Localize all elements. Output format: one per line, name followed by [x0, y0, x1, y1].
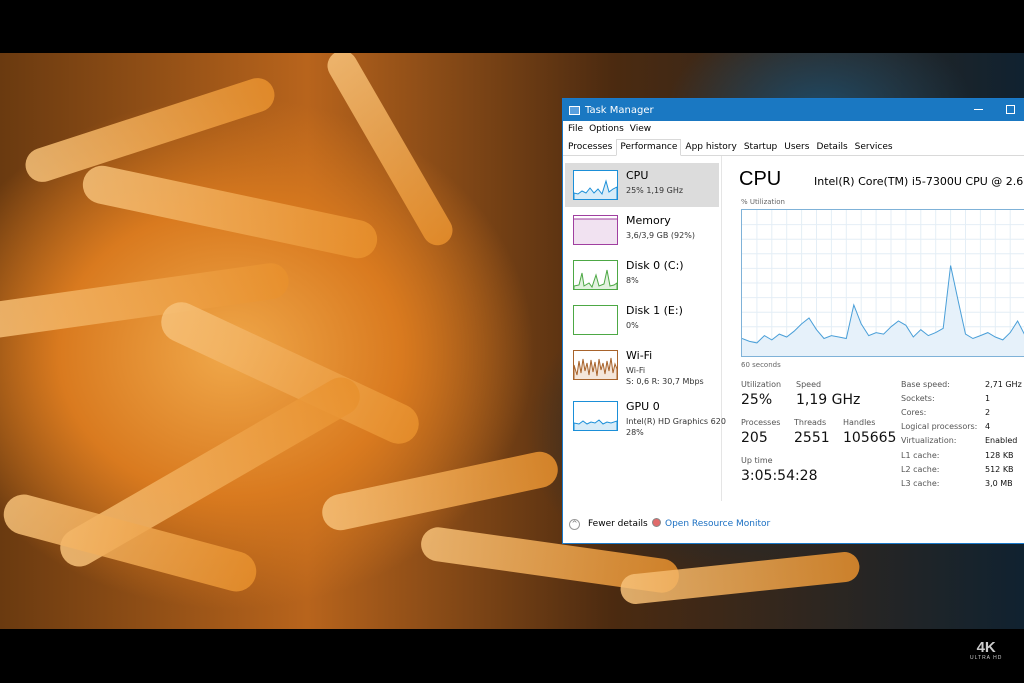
ultra-hd-logo: 4K ULTRA HD: [970, 640, 1002, 661]
sidebar-item-label: Memory: [626, 214, 671, 227]
cpu-mini-graph: [573, 170, 618, 200]
sidebar-item-label: Disk 0 (C:): [626, 259, 684, 272]
cpu-graph-svg: [741, 210, 1024, 356]
utilization-label: Utilization: [741, 380, 782, 389]
handles-value: 105665: [843, 430, 897, 446]
spec-label: L3 cache:: [901, 479, 940, 488]
disk1-mini-graph: [573, 305, 618, 335]
sidebar-item-gpu0[interactable]: GPU 0 Intel(R) HD Graphics 620 28%: [565, 394, 726, 438]
menu-bar: File Options View: [563, 121, 1024, 137]
spec-value: 4: [985, 422, 991, 431]
spec-label: Sockets:: [901, 394, 935, 403]
fewer-details-link[interactable]: Fewer details: [588, 519, 648, 529]
tab-strip: Processes Performance App history Startu…: [563, 137, 1024, 156]
disk0-mini-bars: [573, 269, 618, 289]
spec-label: Cores:: [901, 408, 927, 417]
cpu-mini-line: [573, 179, 618, 199]
spec-label: L1 cache:: [901, 451, 940, 460]
threads-value: 2551: [794, 430, 830, 446]
letterbox-top: [0, 0, 1024, 53]
spec-value: 3,0 MB: [985, 479, 1013, 488]
tab-processes[interactable]: Processes: [565, 140, 615, 155]
resource-sidebar: CPU 25% 1,19 GHz Memory 3,6/3,9 GB (92%)…: [563, 156, 726, 501]
title-bar[interactable]: Task Manager: [563, 99, 1024, 121]
sidebar-item-sub2: S: 0,6 R: 30,7 Mbps: [626, 377, 704, 386]
tab-users[interactable]: Users: [781, 140, 812, 155]
menu-file[interactable]: File: [568, 124, 583, 134]
spec-label: L2 cache:: [901, 465, 940, 474]
tab-startup[interactable]: Startup: [741, 140, 780, 155]
uptime-label: Up time: [741, 456, 773, 465]
tab-services[interactable]: Services: [852, 140, 896, 155]
logo-4k-text: 4K: [976, 639, 996, 656]
speed-value: 1,19 GHz: [796, 392, 861, 408]
gpu-mini-line: [573, 419, 618, 430]
wifi-mini-graph: [573, 350, 618, 380]
footer-bar: ^ Fewer details Open Resource Monitor: [563, 513, 1024, 535]
window-title: Task Manager: [585, 104, 654, 116]
sidebar-item-wifi[interactable]: Wi-Fi Wi-Fi S: 0,6 R: 30,7 Mbps: [565, 343, 719, 387]
processes-value: 205: [741, 430, 768, 446]
sidebar-item-cpu[interactable]: CPU 25% 1,19 GHz: [565, 163, 719, 207]
tab-performance[interactable]: Performance: [616, 139, 682, 156]
sidebar-item-memory[interactable]: Memory 3,6/3,9 GB (92%): [565, 208, 719, 252]
sidebar-item-label: CPU: [626, 169, 649, 182]
sidebar-item-sub: Wi-Fi: [626, 366, 646, 375]
spec-value: 128 KB: [985, 451, 1014, 460]
spec-label: Virtualization:: [901, 436, 957, 445]
task-manager-icon: [569, 105, 580, 115]
tab-details[interactable]: Details: [813, 140, 850, 155]
page-title: CPU: [739, 168, 782, 190]
memory-mini-graph: [573, 215, 618, 245]
disk0-mini-graph: [573, 260, 618, 290]
graph-axis-label: % Utilization: [741, 198, 785, 206]
spec-value: 2: [985, 408, 991, 417]
utilization-value: 25%: [741, 392, 773, 408]
tab-app-history[interactable]: App history: [682, 140, 739, 155]
sidebar-item-sub: 8%: [626, 276, 639, 285]
task-manager-window: Task Manager File Options View Processes…: [562, 98, 1024, 544]
sidebar-item-label: GPU 0: [626, 400, 660, 413]
performance-detail-panel: CPU Intel(R) Core(TM) i5-7300U CPU @ 2.6…: [739, 156, 1024, 501]
spec-value: 2,71 GHz: [985, 380, 1022, 389]
chevron-up-icon[interactable]: ^: [569, 519, 580, 530]
cpu-usage-area: [742, 265, 1024, 356]
memory-mini-fill: [574, 218, 617, 244]
sidebar-item-sub: 0%: [626, 321, 639, 330]
spec-label: Logical processors:: [901, 422, 978, 431]
spec-value: 1: [985, 394, 991, 403]
minimize-icon[interactable]: [974, 109, 983, 110]
sidebar-item-disk0[interactable]: Disk 0 (C:) 8%: [565, 253, 719, 297]
sidebar-item-sub2: 28%: [626, 428, 644, 437]
processes-label: Processes: [741, 418, 781, 427]
menu-options[interactable]: Options: [589, 124, 624, 134]
speed-label: Speed: [796, 380, 822, 389]
uptime-value: 3:05:54:28: [741, 468, 818, 484]
maximize-icon[interactable]: [1006, 105, 1015, 114]
gpu-mini-graph: [573, 401, 618, 431]
logo-ultra-hd-text: ULTRA HD: [970, 655, 1003, 661]
sidebar-item-label: Wi-Fi: [626, 349, 653, 362]
sidebar-item-sub: 3,6/3,9 GB (92%): [626, 231, 695, 240]
sidebar-item-sub: 25% 1,19 GHz: [626, 186, 684, 195]
open-resource-monitor-link[interactable]: Open Resource Monitor: [665, 519, 770, 529]
sidebar-item-label: Disk 1 (E:): [626, 304, 683, 317]
resource-monitor-icon: [652, 518, 661, 527]
spec-value: 512 KB: [985, 465, 1014, 474]
sidebar-item-sub: Intel(R) HD Graphics 620: [626, 417, 726, 426]
handles-label: Handles: [843, 418, 876, 427]
letterbox-bottom: [0, 629, 1024, 683]
cpu-utilization-graph: [741, 209, 1024, 357]
threads-label: Threads: [794, 418, 827, 427]
wifi-mini-line: [573, 357, 618, 379]
cpu-model-name: Intel(R) Core(TM) i5-7300U CPU @ 2.60GHz: [814, 175, 1024, 188]
spec-label: Base speed:: [901, 380, 950, 389]
sidebar-item-disk1[interactable]: Disk 1 (E:) 0%: [565, 298, 719, 342]
menu-view[interactable]: View: [630, 124, 651, 134]
graph-time-label: 60 seconds: [741, 361, 781, 369]
cpu-usage-line: [741, 265, 1024, 344]
spec-value: Enabled: [985, 436, 1018, 445]
